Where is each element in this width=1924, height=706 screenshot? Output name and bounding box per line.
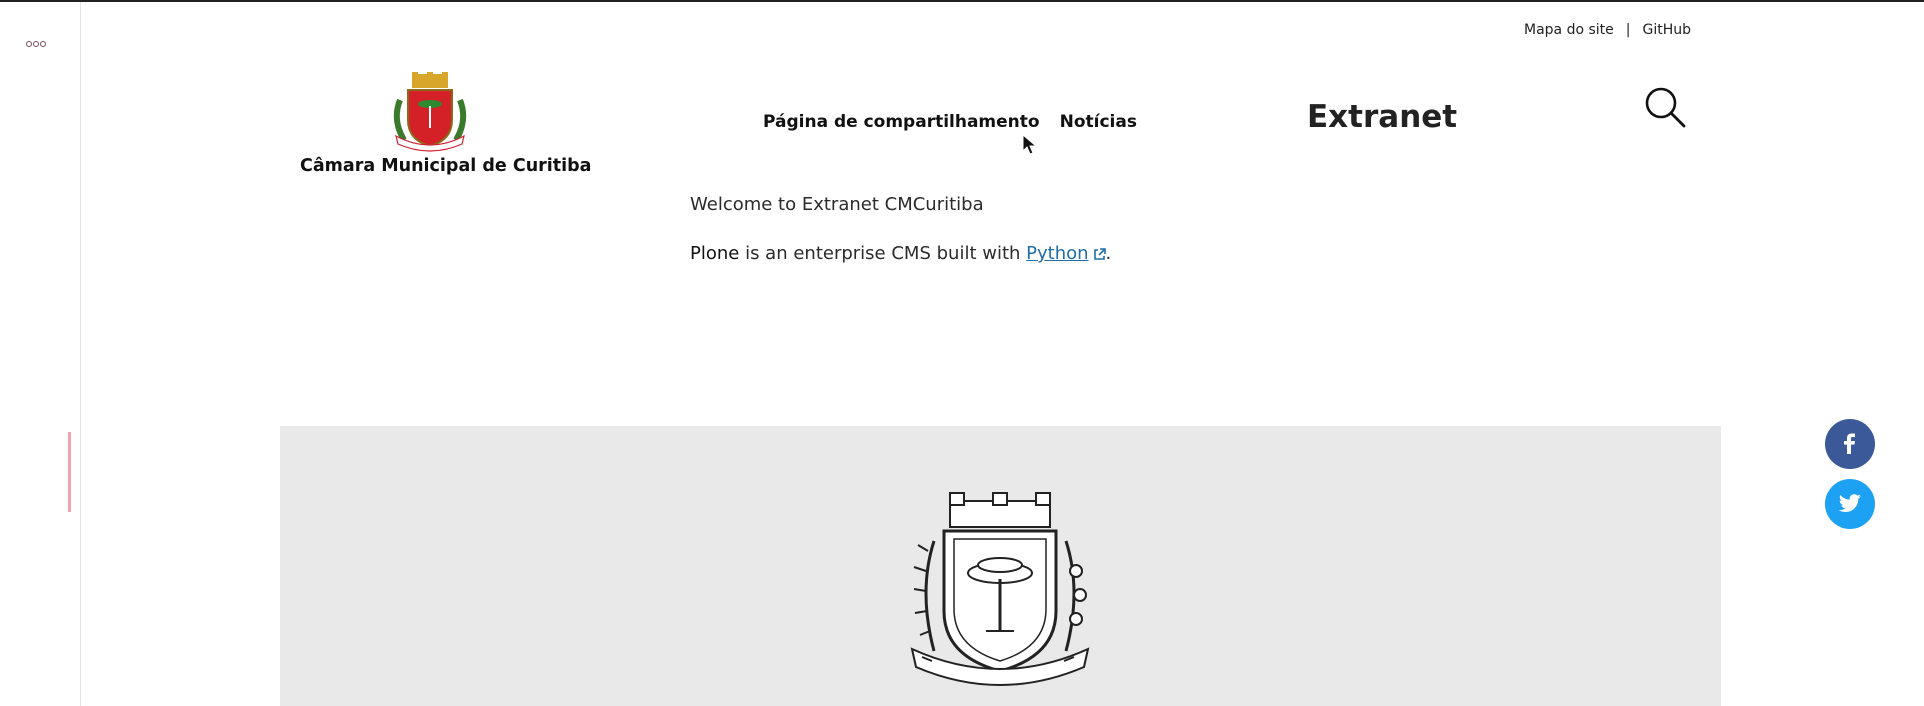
curitiba-coat-of-arms-logo (393, 72, 467, 152)
period: . (1105, 243, 1112, 264)
plone-description: Plone is an enterprise CMS built with Py… (690, 242, 1111, 266)
nav-separator: | (1625, 22, 1631, 38)
top-border (0, 0, 1924, 2)
top-navigation: Mapa do site | GitHub (1524, 22, 1691, 38)
plone-word: Plone (690, 243, 740, 264)
main-navigation: Página de compartilhamento Notícias (763, 112, 1137, 132)
facebook-share-button[interactable] (1825, 419, 1875, 469)
mouse-pointer-icon (1022, 134, 1038, 155)
github-link[interactable]: GitHub (1642, 22, 1691, 38)
twitter-share-button[interactable] (1825, 479, 1875, 529)
twitter-icon (1838, 494, 1861, 512)
main-content: Welcome to Extranet CMCuritiba Plone is … (690, 193, 1111, 291)
site-name: Câmara Municipal de Curitiba (300, 156, 592, 176)
site-brand[interactable]: Câmara Municipal de Curitiba (300, 70, 592, 176)
toolbar-accent-bar (68, 432, 71, 512)
plone-description-text: is an enterprise CMS built with (739, 243, 1027, 264)
welcome-text: Welcome to Extranet CMCuritiba (690, 194, 984, 215)
plone-toolbar (0, 2, 81, 706)
section-title: Extranet (1307, 99, 1458, 135)
facebook-icon (1844, 433, 1855, 454)
external-link-icon (1093, 247, 1106, 260)
more-icon[interactable] (26, 32, 56, 47)
sitemap-link[interactable]: Mapa do site (1524, 22, 1614, 38)
nav-item-noticias[interactable]: Notícias (1060, 112, 1137, 132)
nav-item-pagina-de-compartilhamento[interactable]: Página de compartilhamento (763, 112, 1040, 132)
python-link-label: Python (1026, 243, 1089, 264)
hero-banner (280, 426, 1721, 706)
python-link[interactable]: Python (1026, 243, 1106, 264)
search-icon[interactable] (1643, 85, 1687, 129)
curitiba-crest-image (910, 492, 1090, 686)
